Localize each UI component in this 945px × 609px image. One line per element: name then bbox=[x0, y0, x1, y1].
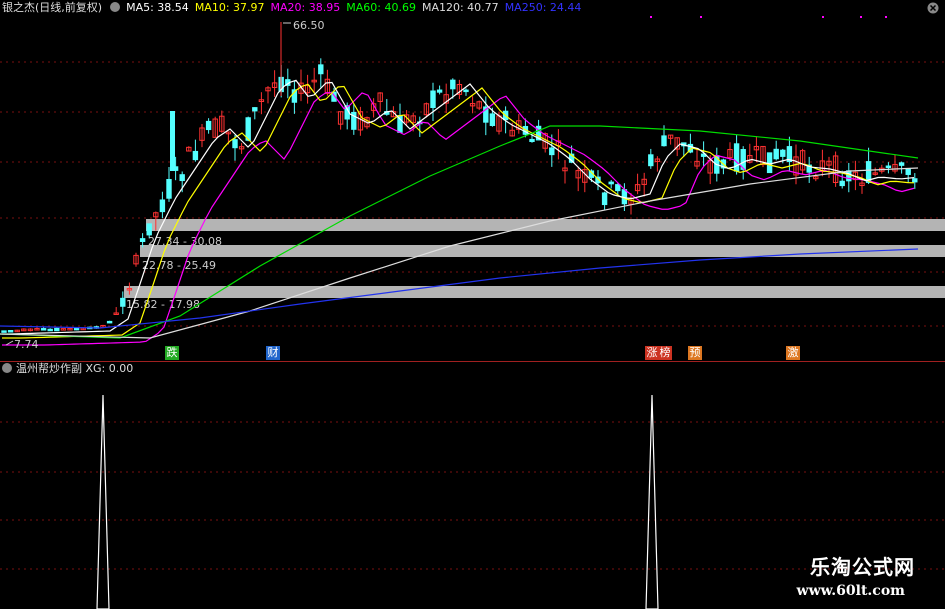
candle-body bbox=[450, 79, 456, 90]
event-marker[interactable]: 激 bbox=[786, 346, 800, 360]
candle-body bbox=[205, 120, 212, 131]
candle-body bbox=[615, 184, 621, 192]
event-marker[interactable]: 榜 bbox=[658, 346, 672, 360]
signal-dot bbox=[822, 16, 824, 18]
candlestick-chart[interactable]: 27.34 - 30.0822.78 - 25.4915.82 - 17.986… bbox=[0, 16, 945, 361]
candle-body bbox=[7, 330, 14, 333]
candle-body bbox=[1, 330, 7, 333]
candle-body bbox=[139, 238, 146, 242]
xg-signal-spike bbox=[96, 394, 110, 609]
indicator-value: XG: 0.00 bbox=[85, 362, 134, 375]
candle-body bbox=[252, 107, 258, 112]
watermark-url: www.60lt.com bbox=[796, 583, 905, 599]
candle-body bbox=[773, 148, 779, 160]
low-price-label: 7.74 bbox=[14, 338, 39, 351]
indicator-chart[interactable] bbox=[0, 377, 945, 609]
price-band-label: 15.82 - 17.98 bbox=[126, 298, 200, 311]
candle-body bbox=[106, 320, 113, 324]
event-marker[interactable]: 跌 bbox=[165, 346, 179, 360]
event-marker[interactable]: 涨 bbox=[645, 346, 659, 360]
candle-body bbox=[489, 113, 496, 126]
candle-body bbox=[159, 199, 166, 213]
candle-body bbox=[47, 328, 53, 332]
high-price-label: 66.50 bbox=[293, 19, 325, 32]
candle-body bbox=[661, 135, 667, 147]
candle-body bbox=[430, 90, 436, 109]
candle-body bbox=[232, 139, 238, 149]
candle-body bbox=[648, 154, 654, 167]
candle-body bbox=[192, 150, 199, 161]
candle-body bbox=[40, 328, 47, 331]
candle-body bbox=[905, 168, 911, 175]
candle-body bbox=[766, 152, 773, 174]
price-band bbox=[140, 245, 945, 257]
candle-body bbox=[608, 181, 614, 185]
price-band-label: 22.78 - 25.49 bbox=[142, 259, 216, 272]
candle-body bbox=[549, 147, 555, 156]
dropdown-icon[interactable] bbox=[110, 2, 121, 12]
candle-body bbox=[170, 111, 175, 171]
xg-signal-spike bbox=[645, 394, 659, 609]
candle-body bbox=[885, 165, 892, 168]
candle-body bbox=[73, 327, 80, 331]
candle-body bbox=[529, 138, 535, 143]
signal-dot bbox=[700, 16, 702, 18]
candle-body bbox=[780, 149, 786, 157]
close-icon[interactable] bbox=[927, 2, 939, 14]
candle-body bbox=[179, 174, 185, 182]
candle-body bbox=[846, 170, 852, 182]
signal-dot bbox=[650, 16, 652, 18]
candle-body bbox=[146, 223, 152, 236]
candle-body bbox=[601, 192, 608, 206]
ma-label-3: MA60: 40.69 bbox=[346, 1, 416, 14]
candle-body bbox=[898, 162, 905, 166]
pane-divider bbox=[0, 361, 945, 362]
indicator-title[interactable]: 温州帮炒作副 bbox=[16, 362, 82, 375]
ma-label-0: MA5: 38.54 bbox=[126, 1, 189, 14]
event-marker[interactable]: 财 bbox=[266, 346, 280, 360]
price-band bbox=[124, 286, 945, 298]
ma-legend: MA5: 38.54 MA10: 37.97 MA20: 38.95 MA60: 40… bbox=[126, 1, 587, 14]
dropdown-icon[interactable] bbox=[2, 363, 12, 373]
ma-label-4: MA120: 40.77 bbox=[421, 1, 499, 14]
candle-body bbox=[166, 179, 172, 199]
candle-body bbox=[463, 89, 469, 93]
watermark-title: 乐淘公式网 bbox=[810, 555, 915, 579]
candle-body bbox=[912, 178, 918, 183]
candle-body bbox=[839, 180, 845, 187]
event-marker[interactable]: 预 bbox=[688, 346, 702, 360]
price-band bbox=[146, 219, 945, 231]
stock-title[interactable]: 银之杰(日线,前复权) bbox=[2, 1, 102, 14]
ma-label-1: MA10: 37.97 bbox=[194, 1, 265, 14]
ma-label-5: MA250: 24.44 bbox=[504, 1, 582, 14]
candle-body bbox=[120, 297, 126, 307]
candle-body bbox=[54, 327, 60, 332]
candle-body bbox=[436, 89, 443, 93]
candle-body bbox=[318, 64, 324, 75]
chart-header: 银之杰(日线,前复权) MA5: 38.54 MA10: 37.97 MA20: 38… bbox=[0, 0, 945, 16]
signal-dot bbox=[860, 16, 862, 18]
signal-dot bbox=[885, 16, 887, 18]
indicator-header: 温州帮炒作副 XG: 0.00 bbox=[0, 361, 133, 377]
ma-label-2: MA20: 38.95 bbox=[270, 1, 341, 14]
